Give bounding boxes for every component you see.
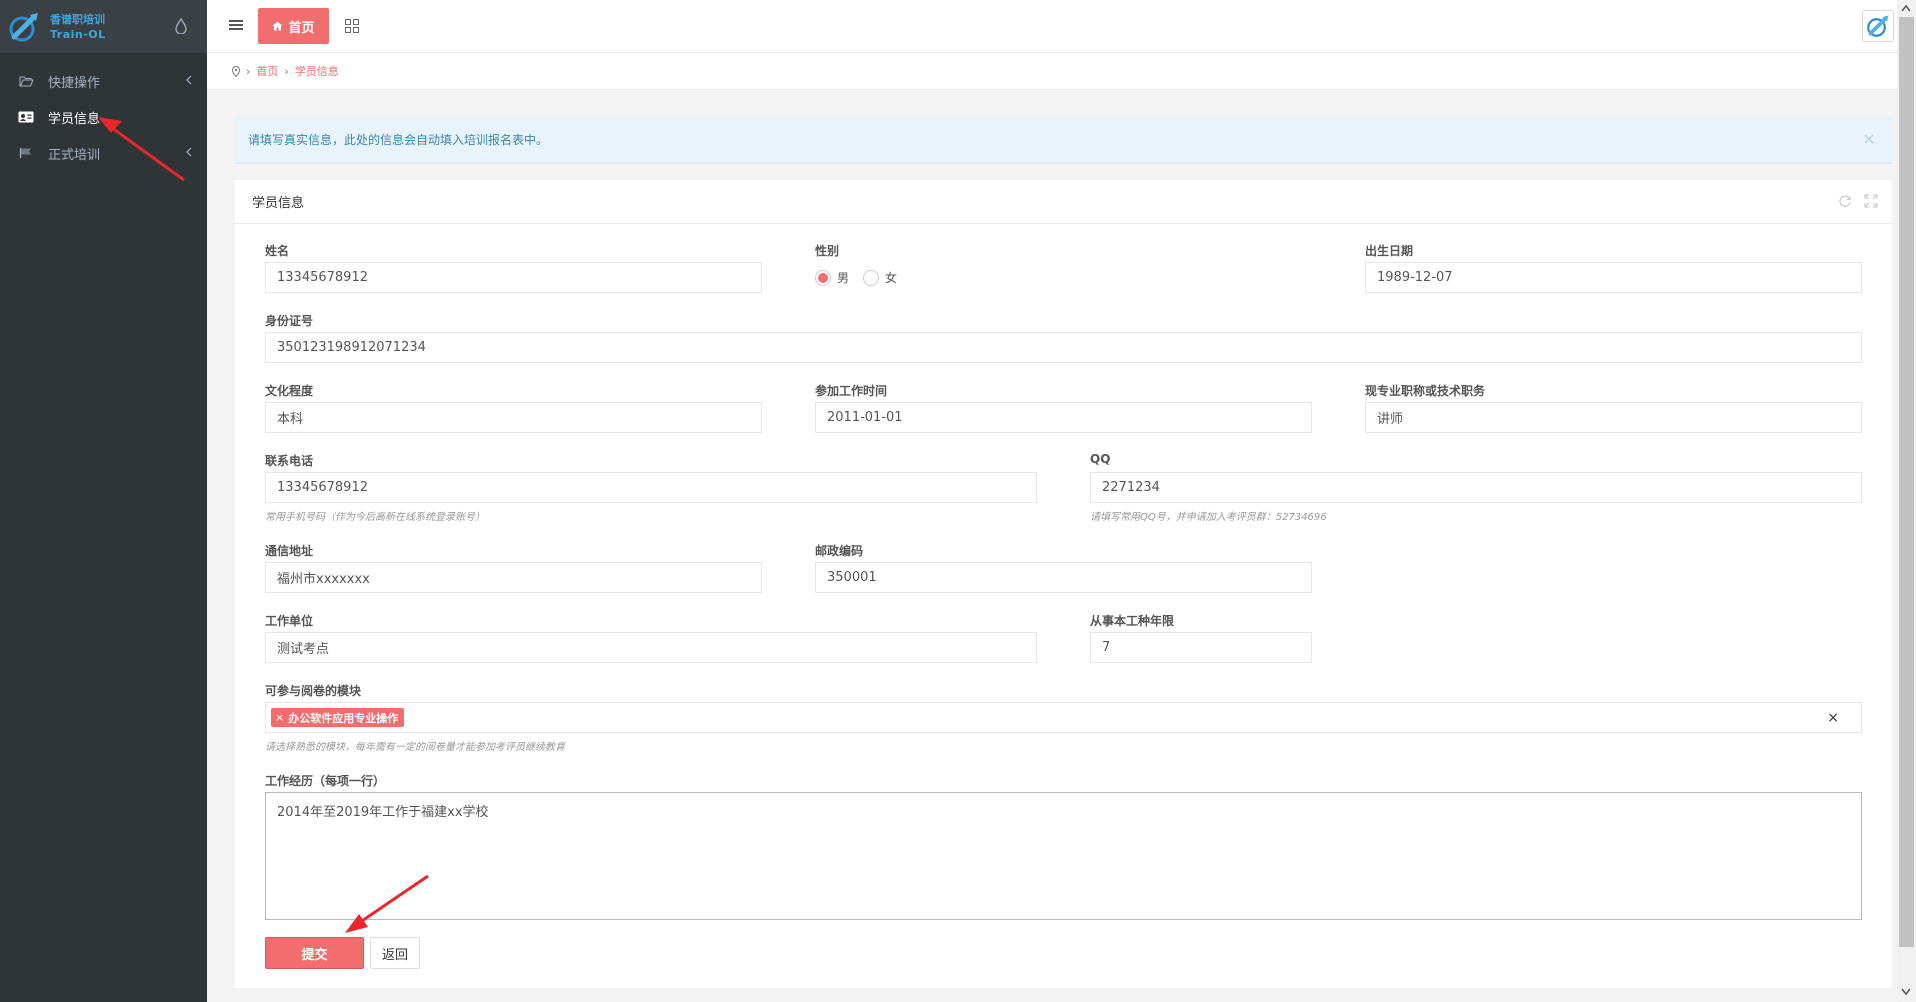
education-input[interactable]: 本科	[265, 402, 762, 433]
scroll-down-icon[interactable]	[1901, 988, 1911, 996]
phone-input[interactable]: 13345678912	[265, 472, 1037, 503]
panel-title: 学员信息	[252, 196, 305, 211]
breadcrumb-current[interactable]: 学员信息	[295, 63, 339, 79]
module-tag[interactable]: × 办公软件应用专业操作	[271, 708, 405, 727]
sidebar-item-student-info[interactable]: 学员信息	[0, 99, 207, 135]
home-icon	[272, 21, 283, 31]
modules-select[interactable]: × 办公软件应用专业操作 ×	[265, 702, 1862, 733]
tab-home-label: 首页	[288, 20, 315, 36]
top-bar: 首页	[207, 0, 1916, 53]
gender-female-label: 女	[885, 271, 898, 285]
qq-hint: 请填写常用QQ号，并申请加入考评员群：52734696	[1090, 512, 1327, 523]
postcode-label: 邮政编码	[815, 544, 864, 558]
sidebar-item-quick-actions[interactable]: 快捷操作	[0, 63, 207, 99]
avatar-logo-icon	[1867, 15, 1889, 37]
close-icon[interactable]	[1862, 132, 1876, 146]
scrollbar-thumb[interactable]	[1899, 17, 1914, 947]
breadcrumb-separator: ›	[246, 64, 251, 78]
gender-radio-group: 男 女	[815, 269, 897, 286]
experience-textarea[interactable]: 2014年至2019年工作于福建xx学校	[265, 792, 1862, 920]
logo-icon	[9, 12, 38, 41]
map-marker-icon	[232, 65, 240, 77]
breadcrumb-separator: ›	[284, 64, 289, 78]
tab-home[interactable]: 首页	[258, 8, 329, 44]
sidebar-item-label: 快捷操作	[48, 75, 101, 91]
page-scrollbar[interactable]	[1897, 0, 1916, 1002]
sidebar-nav: 快捷操作 学员信息 正式培训	[0, 63, 207, 171]
years-input[interactable]: 7	[1090, 632, 1312, 663]
education-label: 文化程度	[265, 384, 314, 398]
gender-radio-female[interactable]	[863, 269, 880, 286]
back-button[interactable]: 返回	[370, 937, 420, 969]
modules-label: 可参与阅卷的模块	[265, 684, 362, 698]
modules-hint: 请选择熟悉的模块，每年需有一定的阅卷量才能参加考评员继续教育	[265, 742, 565, 753]
clear-selection-icon[interactable]: ×	[1827, 710, 1839, 726]
qq-label: QQ	[1090, 452, 1111, 466]
student-info-panel: 学员信息 姓名 13345678912 性别 男 女 出生日期 1989-12-…	[235, 180, 1892, 988]
birth-label: 出生日期	[1365, 244, 1414, 258]
birth-date-input[interactable]: 1989-12-07	[1365, 262, 1862, 293]
sidebar-item-label: 学员信息	[48, 111, 101, 127]
phone-label: 联系电话	[265, 454, 314, 468]
address-input[interactable]: 福州市xxxxxxx	[265, 562, 762, 593]
chevron-left-icon	[186, 147, 192, 157]
panel-tools	[1838, 194, 1878, 208]
tag-remove-icon[interactable]: ×	[275, 711, 284, 724]
sidebar-item-label: 正式培训	[48, 147, 101, 163]
refresh-icon[interactable]	[1838, 194, 1852, 208]
gender-radio-male[interactable]	[815, 269, 831, 286]
employer-label: 工作单位	[265, 614, 314, 628]
gender-label: 性别	[815, 244, 840, 258]
work-start-label: 参加工作时间	[815, 384, 888, 398]
user-avatar[interactable]	[1862, 10, 1894, 42]
gender-male-label: 男	[837, 271, 850, 285]
info-alert: 请填写真实信息，此处的信息会自动填入培训报名表中。	[235, 117, 1892, 164]
logo-line2: Train-OL	[50, 27, 106, 41]
name-label: 姓名	[265, 244, 290, 258]
id-card-icon	[18, 110, 34, 124]
postcode-input[interactable]: 350001	[815, 562, 1312, 593]
experience-label: 工作经历（每项一行）	[265, 774, 386, 788]
logo-line1: 香谱职培训	[50, 12, 105, 26]
menu-icon[interactable]	[229, 18, 243, 32]
id-number-input[interactable]: 350123198912071234	[265, 332, 1862, 363]
breadcrumb: › 首页 › 学员信息	[207, 53, 1897, 90]
folder-open-icon	[18, 74, 34, 88]
droplet-icon[interactable]	[175, 18, 187, 34]
name-input[interactable]: 13345678912	[265, 262, 762, 293]
grid-icon[interactable]	[345, 19, 359, 33]
chevron-left-icon	[186, 75, 192, 85]
years-label: 从事本工种年限	[1090, 614, 1175, 628]
breadcrumb-home-link[interactable]: 首页	[256, 63, 278, 79]
sidebar-item-formal-training[interactable]: 正式培训	[0, 135, 207, 171]
expand-icon[interactable]	[1864, 194, 1878, 208]
title-label: 现专业职称或技术职务	[1365, 384, 1486, 398]
phone-hint: 常用手机号码（作为今后高新在线系统登录账号）	[265, 512, 485, 523]
panel-header: 学员信息	[235, 180, 1892, 224]
scroll-up-icon[interactable]	[1901, 4, 1911, 12]
submit-button[interactable]: 提交	[265, 937, 364, 969]
employer-input[interactable]: 测试考点	[265, 632, 1037, 663]
title-input[interactable]: 讲师	[1365, 402, 1862, 433]
address-label: 通信地址	[265, 544, 314, 558]
module-tag-label: 办公软件应用专业操作	[288, 711, 399, 725]
alert-text: 请填写真实信息，此处的信息会自动填入培训报名表中。	[248, 133, 549, 147]
logo-text: 香谱职培训 Train-OL	[50, 12, 106, 42]
sidebar: 香谱职培训 Train-OL 快捷操作 学员信息 正式培训	[0, 0, 207, 1002]
flag-icon	[18, 146, 34, 160]
work-start-input[interactable]: 2011-01-01	[815, 402, 1312, 433]
logo-bar: 香谱职培训 Train-OL	[0, 0, 207, 53]
qq-input[interactable]: 2271234	[1090, 472, 1862, 503]
id-number-label: 身份证号	[265, 314, 314, 328]
